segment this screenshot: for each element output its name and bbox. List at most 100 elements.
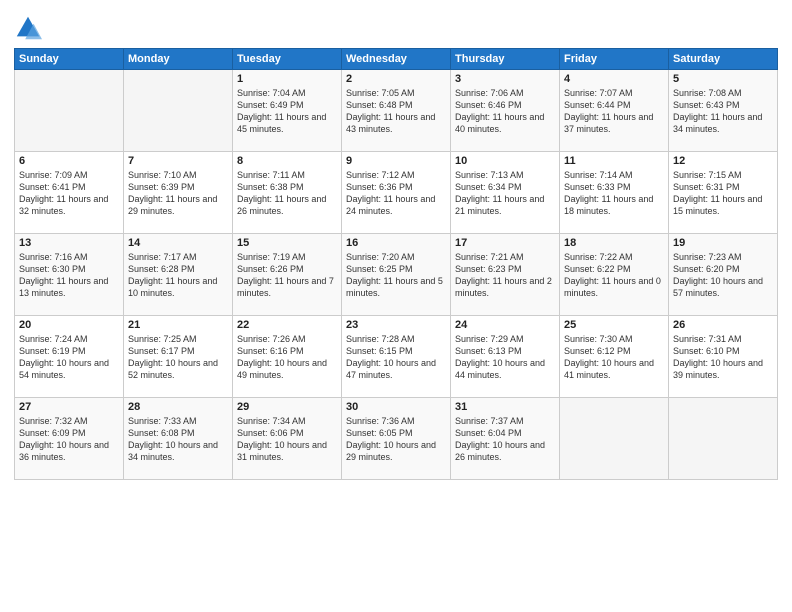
calendar-cell: 13Sunrise: 7:16 AMSunset: 6:30 PMDayligh…: [15, 234, 124, 316]
calendar-cell: 4Sunrise: 7:07 AMSunset: 6:44 PMDaylight…: [560, 70, 669, 152]
day-info: Sunrise: 7:19 AMSunset: 6:26 PMDaylight:…: [237, 251, 337, 300]
day-info: Sunrise: 7:09 AMSunset: 6:41 PMDaylight:…: [19, 169, 119, 218]
calendar-cell: 17 Sunrise: 7:21 AMSunset: 6:23 PMDayligh…: [451, 234, 560, 316]
day-info: Sunrise: 7:32 AMSunset: 6:09 PMDaylight:…: [19, 415, 119, 464]
day-number: 3: [455, 73, 555, 85]
logo-icon: [14, 14, 42, 42]
day-info: Sunrise: 7:25 AMSunset: 6:17 PMDaylight:…: [128, 333, 228, 382]
day-info: Sunrise: 7:33 AMSunset: 6:08 PMDaylight:…: [128, 415, 228, 464]
calendar-cell: 21 Sunrise: 7:25 AMSunset: 6:17 PMDayligh…: [124, 316, 233, 398]
calendar-table: SundayMondayTuesdayWednesdayThursdayFrid…: [14, 48, 778, 480]
day-info: Sunrise: 7:06 AMSunset: 6:46 PMDaylight:…: [455, 87, 555, 136]
day-header-monday: Monday: [124, 49, 233, 70]
calendar-cell: 2 Sunrise: 7:05 AMSunset: 6:48 PMDaylight…: [342, 70, 451, 152]
calendar-cell: 24 Sunrise: 7:29 AMSunset: 6:13 PMDayligh…: [451, 316, 560, 398]
calendar-cell: 22 Sunrise: 7:26 AMSunset: 6:16 PMDayligh…: [233, 316, 342, 398]
calendar-cell: 7 Sunrise: 7:10 AMSunset: 6:39 PMDaylight…: [124, 152, 233, 234]
day-number: 21: [128, 319, 228, 331]
day-number: 19: [673, 237, 773, 249]
day-number: 7: [128, 155, 228, 167]
day-number: 20: [19, 319, 119, 331]
calendar-cell: 19 Sunrise: 7:23 AMSunset: 6:20 PMDayligh…: [669, 234, 778, 316]
day-number: 14: [128, 237, 228, 249]
calendar-cell: 5 Sunrise: 7:08 AMSunset: 6:43 PMDaylight…: [669, 70, 778, 152]
calendar-cell: 10 Sunrise: 7:13 AMSunset: 6:34 PMDayligh…: [451, 152, 560, 234]
day-info: Sunrise: 7:26 AMSunset: 6:16 PMDaylight:…: [237, 333, 337, 382]
day-info: Sunrise: 7:31 AMSunset: 6:10 PMDaylight:…: [673, 333, 773, 382]
calendar-cell: 26 Sunrise: 7:31 AMSunset: 6:10 PMDayligh…: [669, 316, 778, 398]
day-header-saturday: Saturday: [669, 49, 778, 70]
logo: [14, 14, 44, 42]
day-header-wednesday: Wednesday: [342, 49, 451, 70]
day-number: 11: [564, 155, 664, 167]
day-info: Sunrise: 7:07 AMSunset: 6:44 PMDaylight:…: [564, 87, 664, 136]
calendar-header-row: SundayMondayTuesdayWednesdayThursdayFrid…: [15, 49, 778, 70]
day-header-sunday: Sunday: [15, 49, 124, 70]
calendar-cell: 28Sunrise: 7:33 AMSunset: 6:08 PMDayligh…: [124, 398, 233, 480]
day-number: 24: [455, 319, 555, 331]
day-info: Sunrise: 7:22 AMSunset: 6:22 PMDaylight:…: [564, 251, 664, 300]
day-header-thursday: Thursday: [451, 49, 560, 70]
day-info: Sunrise: 7:34 AMSunset: 6:06 PMDaylight:…: [237, 415, 337, 464]
day-number: 30: [346, 401, 446, 413]
calendar-cell: 1Sunrise: 7:04 AMSunset: 6:49 PMDaylight…: [233, 70, 342, 152]
calendar-cell: 16Sunrise: 7:20 AMSunset: 6:25 PMDayligh…: [342, 234, 451, 316]
calendar-cell: [669, 398, 778, 480]
day-info: Sunrise: 7:21 AMSunset: 6:23 PMDaylight:…: [455, 251, 555, 300]
calendar-cell: 15 Sunrise: 7:19 AMSunset: 6:26 PMDayligh…: [233, 234, 342, 316]
day-info: Sunrise: 7:10 AMSunset: 6:39 PMDaylight:…: [128, 169, 228, 218]
calendar-cell: 30Sunrise: 7:36 AMSunset: 6:05 PMDayligh…: [342, 398, 451, 480]
day-number: 15: [237, 237, 337, 249]
calendar-week-3: 13Sunrise: 7:16 AMSunset: 6:30 PMDayligh…: [15, 234, 778, 316]
day-info: Sunrise: 7:12 AMSunset: 6:36 PMDaylight:…: [346, 169, 446, 218]
day-number: 26: [673, 319, 773, 331]
day-header-friday: Friday: [560, 49, 669, 70]
day-number: 17: [455, 237, 555, 249]
day-info: Sunrise: 7:15 AMSunset: 6:31 PMDaylight:…: [673, 169, 773, 218]
calendar-week-5: 27 Sunrise: 7:32 AMSunset: 6:09 PMDayligh…: [15, 398, 778, 480]
day-info: Sunrise: 7:05 AMSunset: 6:48 PMDaylight:…: [346, 87, 446, 136]
calendar-cell: 31 Sunrise: 7:37 AMSunset: 6:04 PMDayligh…: [451, 398, 560, 480]
day-number: 2: [346, 73, 446, 85]
day-info: Sunrise: 7:17 AMSunset: 6:28 PMDaylight:…: [128, 251, 228, 300]
calendar-cell: 14 Sunrise: 7:17 AMSunset: 6:28 PMDayligh…: [124, 234, 233, 316]
calendar-cell: 3 Sunrise: 7:06 AMSunset: 6:46 PMDaylight…: [451, 70, 560, 152]
calendar-container: SundayMondayTuesdayWednesdayThursdayFrid…: [0, 0, 792, 612]
day-info: Sunrise: 7:37 AMSunset: 6:04 PMDaylight:…: [455, 415, 555, 464]
calendar-cell: 29 Sunrise: 7:34 AMSunset: 6:06 PMDayligh…: [233, 398, 342, 480]
day-info: Sunrise: 7:08 AMSunset: 6:43 PMDaylight:…: [673, 87, 773, 136]
day-info: Sunrise: 7:29 AMSunset: 6:13 PMDaylight:…: [455, 333, 555, 382]
calendar-cell: 18 Sunrise: 7:22 AMSunset: 6:22 PMDayligh…: [560, 234, 669, 316]
day-header-tuesday: Tuesday: [233, 49, 342, 70]
calendar-cell: 25Sunrise: 7:30 AMSunset: 6:12 PMDayligh…: [560, 316, 669, 398]
day-number: 5: [673, 73, 773, 85]
day-info: Sunrise: 7:24 AMSunset: 6:19 PMDaylight:…: [19, 333, 119, 382]
day-info: Sunrise: 7:20 AMSunset: 6:25 PMDaylight:…: [346, 251, 446, 300]
day-info: Sunrise: 7:13 AMSunset: 6:34 PMDaylight:…: [455, 169, 555, 218]
calendar-cell: [15, 70, 124, 152]
day-info: Sunrise: 7:14 AMSunset: 6:33 PMDaylight:…: [564, 169, 664, 218]
day-info: Sunrise: 7:11 AMSunset: 6:38 PMDaylight:…: [237, 169, 337, 218]
day-number: 29: [237, 401, 337, 413]
day-number: 13: [19, 237, 119, 249]
day-number: 31: [455, 401, 555, 413]
day-number: 1: [237, 73, 337, 85]
day-info: Sunrise: 7:28 AMSunset: 6:15 PMDaylight:…: [346, 333, 446, 382]
day-number: 25: [564, 319, 664, 331]
calendar-week-4: 20 Sunrise: 7:24 AMSunset: 6:19 PMDayligh…: [15, 316, 778, 398]
calendar-cell: 6 Sunrise: 7:09 AMSunset: 6:41 PMDaylight…: [15, 152, 124, 234]
day-number: 22: [237, 319, 337, 331]
day-number: 10: [455, 155, 555, 167]
calendar-week-2: 6 Sunrise: 7:09 AMSunset: 6:41 PMDaylight…: [15, 152, 778, 234]
day-number: 27: [19, 401, 119, 413]
calendar-cell: 23Sunrise: 7:28 AMSunset: 6:15 PMDayligh…: [342, 316, 451, 398]
day-number: 12: [673, 155, 773, 167]
calendar-cell: 8Sunrise: 7:11 AMSunset: 6:38 PMDaylight…: [233, 152, 342, 234]
calendar-cell: [124, 70, 233, 152]
calendar-cell: [560, 398, 669, 480]
calendar-week-1: 1Sunrise: 7:04 AMSunset: 6:49 PMDaylight…: [15, 70, 778, 152]
calendar-cell: 9Sunrise: 7:12 AMSunset: 6:36 PMDaylight…: [342, 152, 451, 234]
day-info: Sunrise: 7:23 AMSunset: 6:20 PMDaylight:…: [673, 251, 773, 300]
day-number: 6: [19, 155, 119, 167]
day-number: 18: [564, 237, 664, 249]
